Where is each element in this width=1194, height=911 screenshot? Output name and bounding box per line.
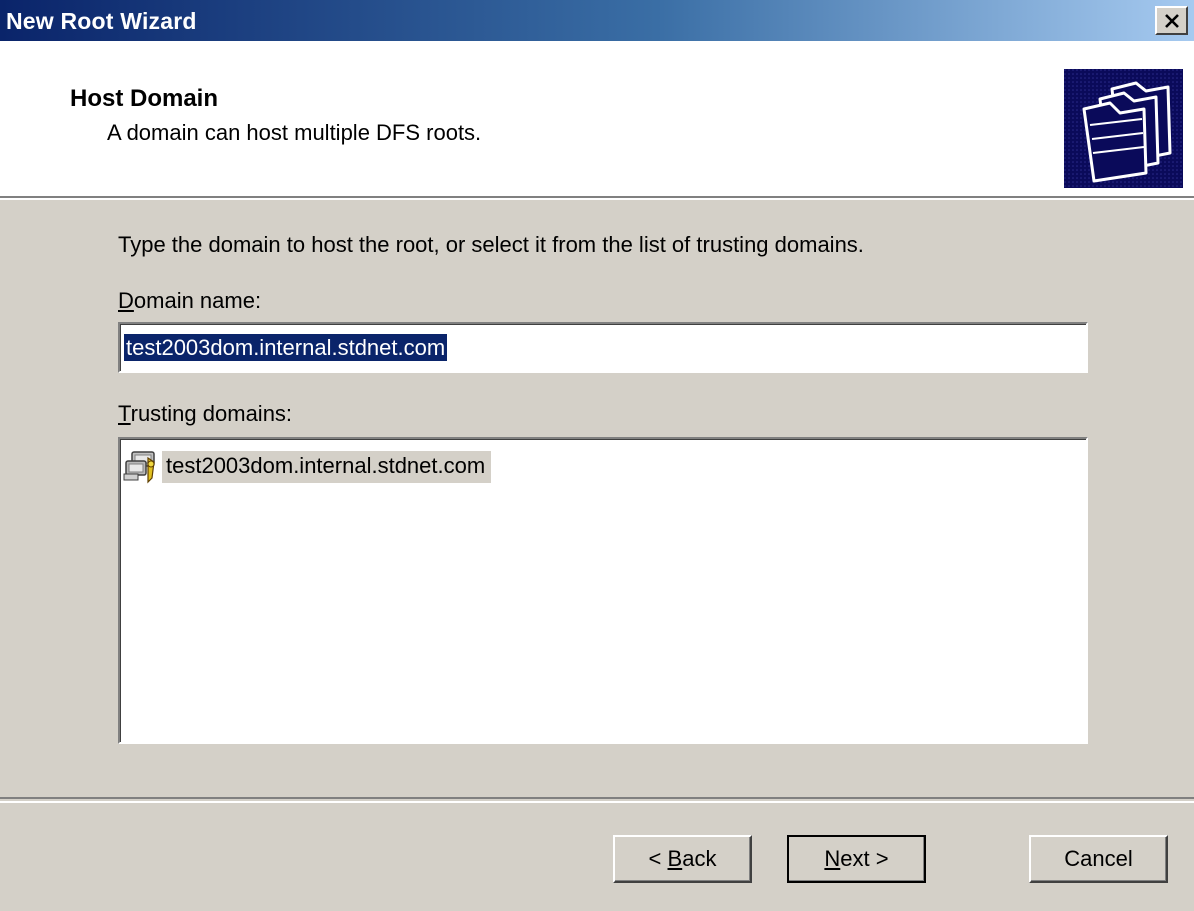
cancel-button[interactable]: Cancel: [1029, 835, 1168, 883]
page-title: Host Domain: [70, 85, 219, 112]
trusting-domains-label: Trusting domains:: [118, 401, 292, 427]
next-button-mnemonic: N: [824, 846, 841, 871]
domain-name-label: Domain name:: [118, 288, 261, 314]
title-bar[interactable]: New Root Wizard: [0, 0, 1194, 41]
wizard-header: Host Domain A domain can host multiple D…: [0, 41, 1194, 198]
wizard-window: New Root Wizard Host Domain A domain can…: [0, 0, 1194, 911]
trusting-domains-mnemonic: T: [118, 401, 131, 426]
domain-name-field[interactable]: test2003dom.internal.stdnet.com: [118, 322, 1088, 373]
close-button[interactable]: [1155, 6, 1188, 35]
page-subtitle: A domain can host multiple DFS roots.: [107, 120, 482, 145]
footer-divider: [0, 797, 1194, 803]
list-item-label: test2003dom.internal.stdnet.com: [162, 451, 492, 483]
back-button-mnemonic: B: [667, 846, 683, 871]
domain-name-value: test2003dom.internal.stdnet.com: [124, 334, 448, 361]
next-button-label: ext >: [840, 846, 889, 871]
close-icon: [1164, 13, 1179, 28]
domain-name-label-text: omain name:: [133, 288, 262, 313]
cancel-button-label: Cancel: [1064, 846, 1133, 871]
header-divider: [0, 198, 1194, 200]
window-title: New Root Wizard: [6, 8, 197, 34]
back-button-prefix: <: [648, 846, 668, 871]
folders-icon: [1064, 69, 1183, 188]
back-button-label: ack: [682, 846, 717, 871]
trusting-domains-label-text: rusting domains:: [130, 401, 293, 426]
domain-icon: [123, 451, 155, 484]
next-button[interactable]: Next >: [787, 835, 926, 883]
trusting-domains-list[interactable]: test2003dom.internal.stdnet.com: [118, 437, 1088, 744]
list-item[interactable]: test2003dom.internal.stdnet.com: [122, 449, 492, 485]
instruction-text: Type the domain to host the root, or sel…: [118, 232, 864, 257]
domain-name-mnemonic: D: [118, 288, 134, 313]
back-button[interactable]: < Back: [613, 835, 752, 883]
